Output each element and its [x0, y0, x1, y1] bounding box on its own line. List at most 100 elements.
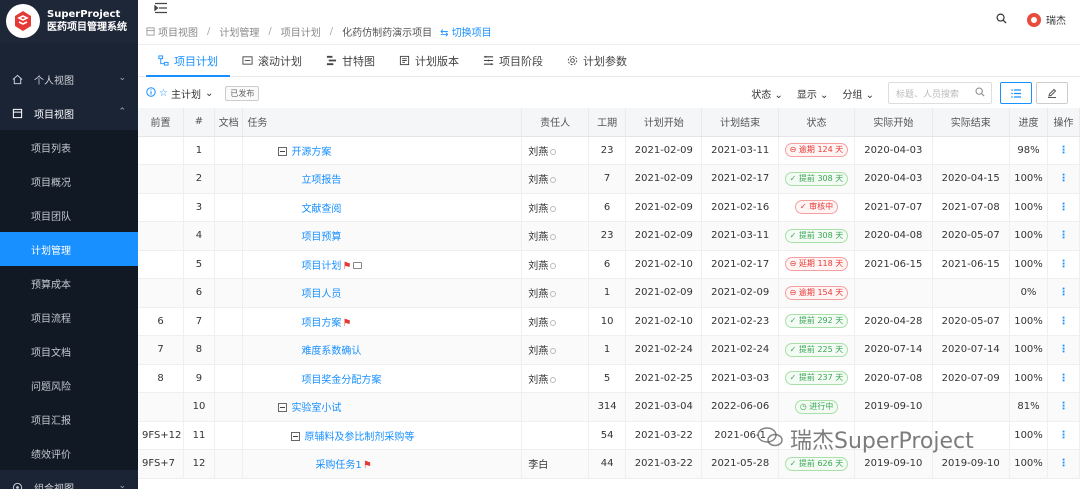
- row-menu-icon[interactable]: ⋮: [1047, 164, 1080, 194]
- cell-pred[interactable]: [138, 164, 185, 194]
- cell-task[interactable]: 开源方案: [242, 136, 523, 165]
- row-menu-icon[interactable]: ⋮: [1047, 136, 1080, 165]
- cell-pred[interactable]: 9FS+7: [138, 449, 185, 479]
- row-menu-icon[interactable]: ⋮: [1047, 221, 1080, 251]
- sidebar-item-project-docs[interactable]: 项目文档: [0, 334, 138, 368]
- cell-task[interactable]: 原辅料及参比制剂采购等: [242, 421, 523, 450]
- tab-plan-params[interactable]: 计划参数: [555, 45, 639, 76]
- cell-doc[interactable]: [214, 307, 244, 336]
- sidebar-item-performance[interactable]: 绩效评价: [0, 436, 138, 470]
- collapse-icon[interactable]: [278, 403, 288, 413]
- row-menu-icon[interactable]: ⋮: [1047, 250, 1080, 279]
- sidebar-item-project-report[interactable]: 项目汇报: [0, 402, 138, 436]
- tab-rolling-plan[interactable]: 滚动计划: [230, 45, 314, 76]
- col-header-task[interactable]: 任务: [242, 108, 523, 137]
- cell-doc[interactable]: [214, 364, 244, 393]
- sidebar-item-issues-risks[interactable]: 问题风险: [0, 368, 138, 402]
- cell-owner[interactable]: 刘燕: [521, 136, 590, 165]
- cell-pred[interactable]: [138, 278, 185, 308]
- cell-task[interactable]: 采购任务1⚑: [242, 449, 523, 479]
- table-row[interactable]: 5 项目计划⚑ 刘燕 6 2021-02-10 2021-02-17 ⊖ 延期 …: [138, 250, 1080, 279]
- cell-task[interactable]: 立项报告: [242, 164, 523, 194]
- row-menu-icon[interactable]: ⋮: [1047, 278, 1080, 308]
- row-menu-icon[interactable]: ⋮: [1047, 335, 1080, 365]
- sidebar-group-project[interactable]: 项目视图 ⌃: [0, 96, 138, 130]
- table-row[interactable]: 7 8 难度系数确认 刘燕 1 2021-02-24 2021-02-24 ✓ …: [138, 335, 1080, 365]
- brand[interactable]: SuperProject 医药项目管理系统: [0, 0, 138, 42]
- col-header-plan-end[interactable]: 计划结束: [701, 108, 779, 137]
- row-menu-icon[interactable]: ⋮: [1047, 421, 1080, 450]
- cell-task[interactable]: 项目人员: [242, 278, 523, 308]
- col-header-pred[interactable]: 前置: [138, 108, 185, 137]
- col-header-owner[interactable]: 责任人: [521, 108, 590, 137]
- col-header-progress[interactable]: 进度: [1009, 108, 1049, 137]
- cell-task[interactable]: 难度系数确认: [242, 335, 523, 365]
- collapse-icon[interactable]: [291, 431, 301, 441]
- tab-project-plan[interactable]: 项目计划: [146, 45, 230, 77]
- cell-pred[interactable]: [138, 392, 185, 422]
- col-header-num[interactable]: #: [183, 108, 215, 137]
- tab-plan-version[interactable]: 计划版本: [387, 45, 471, 76]
- cell-pred[interactable]: 6: [138, 307, 185, 336]
- table-row[interactable]: 4 项目预算 刘燕 23 2021-02-09 2021-03-11 ✓ 提前 …: [138, 221, 1080, 251]
- plan-selector[interactable]: ☆ 主计划 ⌄: [146, 86, 213, 101]
- cell-doc[interactable]: [214, 278, 244, 308]
- group-filter-dropdown[interactable]: 分组 ⌄: [842, 86, 874, 101]
- sidebar-group-portfolio[interactable]: 组合视图 ⌄: [0, 470, 138, 489]
- table-row[interactable]: 6 项目人员 刘燕 1 2021-02-09 2021-02-09 ⊖ 逾期 1…: [138, 278, 1080, 308]
- cell-owner[interactable]: [521, 421, 590, 450]
- sidebar-item-project-team[interactable]: 项目团队: [0, 198, 138, 232]
- cell-pred[interactable]: [138, 193, 185, 222]
- cell-doc[interactable]: [214, 449, 244, 479]
- cell-owner[interactable]: 刘燕: [521, 335, 590, 365]
- user-name[interactable]: 瑞杰: [1046, 12, 1066, 27]
- cell-pred[interactable]: [138, 221, 185, 251]
- cell-owner[interactable]: 刘燕: [521, 307, 590, 336]
- col-header-status[interactable]: 状态: [778, 108, 856, 137]
- sidebar-item-project-process[interactable]: 项目流程: [0, 300, 138, 334]
- cell-owner[interactable]: [521, 392, 590, 422]
- row-menu-icon[interactable]: ⋮: [1047, 392, 1080, 422]
- cell-pred[interactable]: [138, 250, 185, 279]
- cell-owner[interactable]: 刘燕: [521, 193, 590, 222]
- col-header-plan-start[interactable]: 计划开始: [625, 108, 703, 137]
- cell-owner[interactable]: 刘燕: [521, 250, 590, 279]
- sidebar-group-personal[interactable]: 个人视图 ⌄: [0, 62, 138, 96]
- cell-doc[interactable]: [214, 392, 244, 422]
- cell-pred[interactable]: [138, 136, 185, 165]
- menu-toggle-icon[interactable]: [154, 2, 168, 17]
- table-row[interactable]: 2 立项报告 刘燕 7 2021-02-09 2021-02-17 ✓ 提前 3…: [138, 164, 1080, 194]
- sidebar-item-project-overview[interactable]: 项目概况: [0, 164, 138, 198]
- cell-owner[interactable]: 刘燕: [521, 278, 590, 308]
- cell-doc[interactable]: [214, 421, 244, 450]
- cell-task[interactable]: 项目预算: [242, 221, 523, 251]
- cell-task[interactable]: 项目方案⚑: [242, 307, 523, 336]
- sidebar-item-project-list[interactable]: 项目列表: [0, 130, 138, 164]
- sidebar-item-plan-management[interactable]: 计划管理: [0, 232, 138, 266]
- cell-task[interactable]: 实验室小试: [242, 392, 523, 422]
- tab-project-phase[interactable]: 项目阶段: [471, 45, 555, 76]
- edit-mode-button[interactable]: [1036, 82, 1068, 104]
- cell-pred[interactable]: 8: [138, 364, 185, 393]
- table-row[interactable]: 6 7 项目方案⚑ 刘燕 10 2021-02-10 2021-02-23 ✓ …: [138, 307, 1080, 336]
- table-row[interactable]: 8 9 项目奖金分配方案 刘燕 5 2021-02-25 2021-03-03 …: [138, 364, 1080, 393]
- comment-icon[interactable]: [353, 261, 363, 269]
- collapse-icon[interactable]: [278, 146, 288, 156]
- table-row[interactable]: 3 文献查阅 刘燕 6 2021-02-09 2021-02-16 ✓ 审核中 …: [138, 193, 1080, 222]
- col-header-doc[interactable]: 文档: [214, 108, 244, 137]
- cell-task[interactable]: 项目计划⚑: [242, 250, 523, 279]
- cell-owner[interactable]: 李白: [521, 449, 590, 479]
- cell-doc[interactable]: [214, 193, 244, 222]
- cell-doc[interactable]: [214, 136, 244, 165]
- cell-owner[interactable]: 刘燕: [521, 221, 590, 251]
- display-filter-dropdown[interactable]: 显示 ⌄: [797, 86, 829, 101]
- switch-project-link[interactable]: ⇆ 切换项目: [440, 24, 492, 39]
- cell-doc[interactable]: [214, 335, 244, 365]
- table-row[interactable]: 1 开源方案 刘燕 23 2021-02-09 2021-03-11 ⊖ 逾期 …: [138, 136, 1080, 165]
- cell-pred[interactable]: 7: [138, 335, 185, 365]
- cell-pred[interactable]: 9FS+12: [138, 421, 185, 450]
- cell-doc[interactable]: [214, 250, 244, 279]
- status-filter-dropdown[interactable]: 状态 ⌄: [751, 86, 783, 101]
- list-view-button[interactable]: [1000, 82, 1032, 104]
- row-menu-icon[interactable]: ⋮: [1047, 449, 1080, 479]
